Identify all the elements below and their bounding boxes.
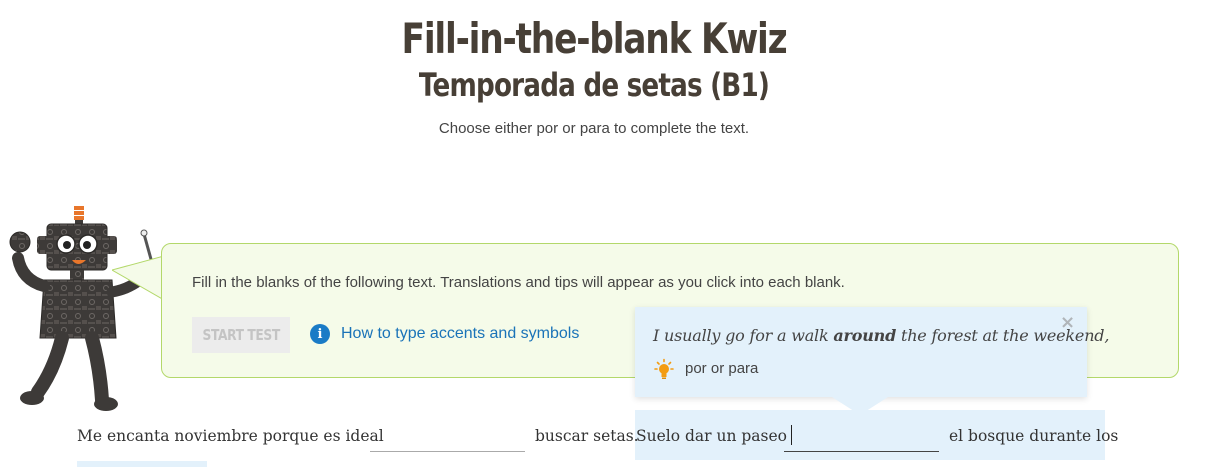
translation-tooltip: × I usually go for a walk around the for… bbox=[635, 307, 1109, 397]
page-title: Fill-in-the-blank Kwiz bbox=[401, 14, 788, 63]
text-segment-2: buscar setas. bbox=[535, 427, 639, 445]
lightbulb-icon bbox=[654, 358, 674, 379]
start-test-label: START TEST bbox=[202, 326, 280, 344]
bubble-instructions-text: Fill in the blanks of the following text… bbox=[192, 274, 845, 291]
blank-input-2[interactable] bbox=[784, 418, 939, 452]
info-icon: i bbox=[310, 324, 330, 344]
translation-highlight: around bbox=[833, 326, 897, 345]
hint-text: por or para bbox=[685, 360, 759, 377]
translation-text: I usually go for a walk around the fores… bbox=[653, 326, 1110, 345]
speech-bubble-tail bbox=[112, 250, 164, 306]
text-segment-1: Me encanta noviembre porque es ideal bbox=[77, 427, 384, 445]
accents-help-link[interactable]: How to type accents and symbols bbox=[341, 325, 579, 343]
instructions-text: Choose either por or para to complete th… bbox=[438, 120, 750, 137]
blank-input-1[interactable] bbox=[370, 418, 525, 452]
next-sentence-highlight bbox=[77, 461, 207, 467]
start-test-button[interactable]: START TEST bbox=[192, 317, 290, 353]
robot-mascot-image bbox=[9, 206, 158, 411]
page-subtitle: Temporada de setas (B1) bbox=[418, 66, 770, 104]
text-caret bbox=[791, 425, 792, 445]
text-segment-3: Suelo dar un paseo bbox=[636, 427, 788, 445]
exercise-text: Me encanta noviembre porque es ideal bus… bbox=[0, 410, 1209, 467]
text-segment-4: el bosque durante los bbox=[949, 427, 1119, 445]
